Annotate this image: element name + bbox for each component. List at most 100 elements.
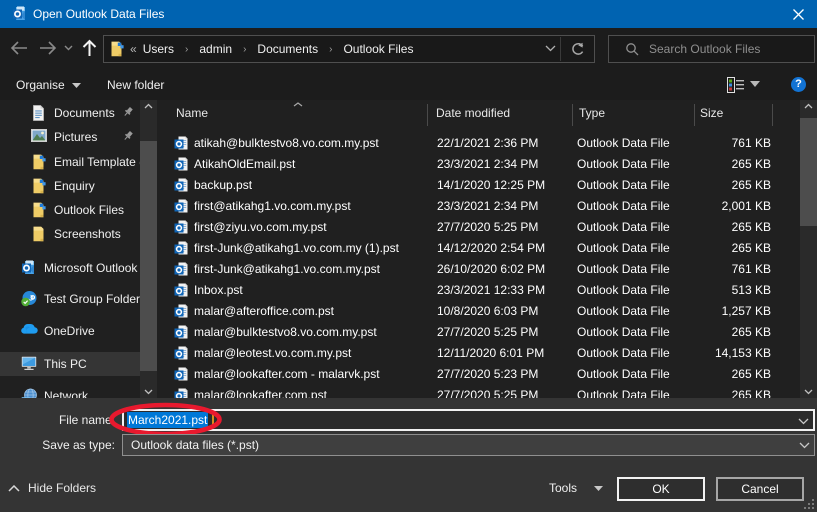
sidebar-item-pictures[interactable]: Pictures — [0, 125, 140, 149]
breadcrumb-item[interactable]: admin — [197, 42, 234, 56]
breadcrumb-item[interactable]: Documents — [255, 42, 320, 56]
sidebar-scroll-down-icon[interactable] — [144, 389, 153, 395]
sidebar-item-microsoft-outlook[interactable]: Microsoft Outlook — [0, 256, 140, 280]
file-row[interactable]: malar@afteroffice.com.pst 10/8/2020 6:03 … — [158, 301, 798, 322]
navigation-bar: « Users›admin›Documents›Outlook Files — [0, 28, 817, 70]
file-date-modified: 23/3/2021 12:33 PM — [437, 280, 545, 301]
file-row[interactable]: AtikahOldEmail.pst23/3/2021 2:34 PMOutlo… — [158, 154, 798, 175]
sidebar-item-outlook-files[interactable]: Outlook Files — [0, 198, 140, 222]
change-view-button[interactable] — [727, 77, 744, 93]
onedrive-icon — [21, 323, 37, 339]
outlook-icon — [21, 260, 37, 276]
sidebar-scroll-up-icon[interactable] — [144, 103, 153, 109]
address-bar[interactable]: « Users›admin›Documents›Outlook Files — [103, 35, 595, 63]
cancel-button[interactable]: Cancel — [716, 477, 804, 501]
sidebar-item-label: Documents — [54, 106, 115, 120]
file-row[interactable]: malar@bulktestvo8.vo.com.my.pst27/7/2020… — [158, 322, 798, 343]
list-scrollbar[interactable] — [800, 100, 817, 398]
recent-locations-dropdown[interactable] — [64, 45, 73, 51]
sidebar-scrollbar[interactable] — [140, 100, 157, 398]
sidebar-item-this-pc[interactable]: This PC — [0, 352, 140, 376]
file-row[interactable]: first-Junk@atikahg1.vo.com.my.pst26/10/2… — [158, 259, 798, 280]
sidebar-item-screenshots[interactable]: Screenshots — [0, 222, 140, 246]
hide-folders-button[interactable]: Hide Folders — [8, 481, 96, 495]
file-name-input[interactable]: March2021.pst — [122, 409, 815, 431]
address-dropdown-icon[interactable] — [545, 45, 556, 52]
breadcrumb-item[interactable]: Users — [141, 42, 176, 56]
outlook-app-icon — [12, 6, 28, 22]
column-header-date[interactable]: Date modified — [436, 100, 510, 127]
open-outlook-data-files-dialog: Open Outlook Data Files — [0, 0, 817, 512]
sidebar-scrollbar-thumb[interactable] — [140, 141, 157, 371]
file-name-label: File name: — [3, 413, 115, 427]
sidebar-item-onedrive[interactable]: OneDrive — [0, 319, 140, 343]
file-date-modified: 27/7/2020 5:25 PM — [437, 217, 538, 238]
list-scrollbar-thumb[interactable] — [800, 118, 817, 226]
document-icon — [31, 105, 47, 121]
column-separator[interactable] — [772, 104, 773, 126]
sidebar-item-test-group-folder[interactable]: Test Group Folder — [0, 287, 140, 311]
help-button[interactable]: ? — [791, 77, 806, 92]
refresh-icon[interactable] — [571, 42, 585, 56]
resize-grip[interactable] — [803, 498, 815, 510]
breadcrumb-separator-icon[interactable]: › — [234, 44, 255, 55]
file-name: malar@lookafter.com - malarvk.pst — [194, 364, 380, 385]
breadcrumb-separator-icon[interactable]: › — [320, 44, 341, 55]
file-date-modified: 27/7/2020 5:25 PM — [437, 322, 538, 343]
window-title: Open Outlook Data Files — [33, 0, 164, 28]
column-separator[interactable] — [572, 104, 573, 126]
file-name-dropdown-icon[interactable] — [798, 418, 809, 425]
forward-button[interactable] — [39, 40, 57, 56]
file-row[interactable]: malar@lookafter.com.pst27/7/2020 5:25 PM… — [158, 385, 798, 398]
close-button[interactable] — [787, 3, 809, 25]
list-scroll-up-icon[interactable] — [804, 103, 813, 109]
ok-button[interactable]: OK — [617, 477, 705, 501]
breadcrumb-item[interactable]: Outlook Files — [341, 42, 415, 56]
sort-ascending-icon — [293, 102, 303, 107]
file-date-modified: 12/11/2020 6:01 PM — [437, 343, 544, 364]
column-header-type[interactable]: Type — [579, 100, 605, 127]
search-box[interactable]: Search Outlook Files — [608, 35, 815, 63]
chevron-up-icon — [8, 485, 20, 492]
pst-file-icon — [174, 367, 189, 382]
file-row[interactable]: first@atikahg1.vo.com.my.pst23/3/2021 2:… — [158, 196, 798, 217]
file-date-modified: 10/8/2020 6:03 PM — [437, 301, 538, 322]
file-row[interactable]: Inbox.pst23/3/2021 12:33 PMOutlook Data … — [158, 280, 798, 301]
save-as-type-dropdown-icon[interactable] — [799, 442, 810, 449]
sidebar-item-enquiry[interactable]: Enquiry — [0, 174, 140, 198]
file-name: malar@afteroffice.com.pst — [194, 301, 334, 322]
up-button[interactable] — [82, 39, 97, 57]
new-folder-button[interactable]: New folder — [107, 70, 164, 100]
file-size: 1,257 KB — [651, 301, 771, 322]
save-as-type-select[interactable]: Outlook data files (*.pst) — [122, 434, 815, 456]
command-bar: Organise New folder ? — [0, 70, 817, 100]
file-row[interactable]: atikah@bulktestvo8.vo.com.my.pst22/1/202… — [158, 133, 798, 154]
file-date-modified: 23/3/2021 2:34 PM — [437, 154, 538, 175]
sidebar-item-email-template[interactable]: Email Template ( — [0, 150, 140, 174]
file-size: 265 KB — [651, 322, 771, 343]
tools-button[interactable]: Tools — [549, 481, 603, 495]
back-button[interactable] — [10, 40, 28, 56]
file-row[interactable]: first@ziyu.vo.com.my.pst27/7/2020 5:25 P… — [158, 217, 798, 238]
organise-label: Organise — [16, 78, 65, 92]
file-row[interactable]: malar@leotest.vo.com.my.pst12/11/2020 6:… — [158, 343, 798, 364]
pst-file-icon — [174, 346, 189, 361]
breadcrumb-overflow-icon[interactable]: « — [130, 42, 135, 56]
list-scroll-down-icon[interactable] — [804, 389, 813, 395]
column-header-name[interactable]: Name — [176, 100, 208, 127]
column-headers: Name Date modified Type Size — [158, 100, 817, 127]
sidebar-item-network[interactable]: Network — [0, 384, 140, 398]
file-row[interactable]: backup.pst14/1/2020 12:25 PMOutlook Data… — [158, 175, 798, 196]
file-name: first-Junk@atikahg1.vo.com.my (1).pst — [194, 238, 399, 259]
column-separator[interactable] — [427, 104, 428, 126]
search-placeholder: Search Outlook Files — [649, 42, 760, 56]
column-header-size[interactable]: Size — [700, 100, 723, 127]
change-view-dropdown-icon[interactable] — [750, 81, 760, 87]
file-row[interactable]: first-Junk@atikahg1.vo.com.my (1).pst14/… — [158, 238, 798, 259]
organise-button[interactable]: Organise — [16, 70, 81, 100]
pst-file-icon — [174, 304, 189, 319]
breadcrumb-separator-icon[interactable]: › — [176, 44, 197, 55]
sidebar-item-documents[interactable]: Documents — [0, 101, 140, 125]
file-row[interactable]: malar@lookafter.com - malarvk.pst27/7/20… — [158, 364, 798, 385]
column-separator[interactable] — [694, 104, 695, 126]
